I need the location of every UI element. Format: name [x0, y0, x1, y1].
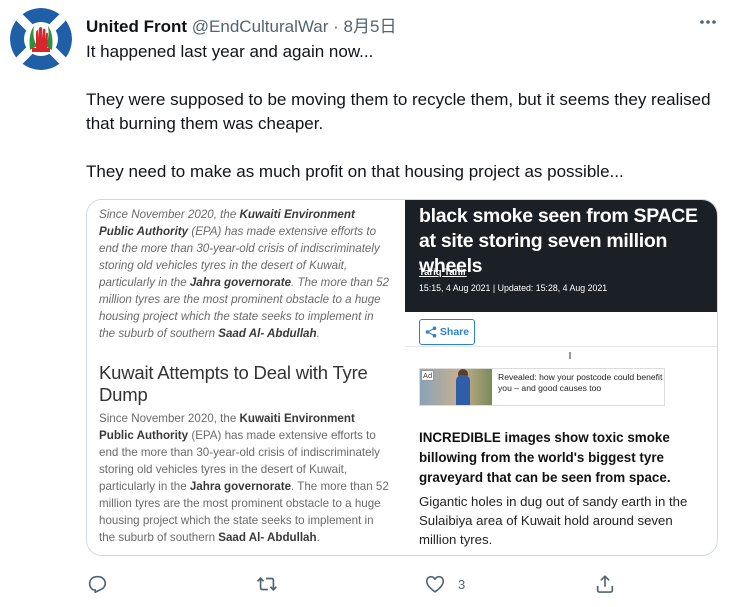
ad-label: Ad — [421, 370, 435, 381]
like-button[interactable]: 3 — [424, 572, 465, 596]
article-header-block: black smoke seen from SPACE at site stor… — [405, 200, 717, 312]
avatar[interactable] — [10, 8, 72, 70]
user-handle[interactable]: @EndCulturalWar — [192, 17, 329, 36]
display-name[interactable]: United Front — [86, 17, 187, 36]
article-lead: INCREDIBLE images show toxic smoke billo… — [419, 430, 671, 485]
scroll-tick — [569, 352, 571, 359]
retweet-icon — [257, 576, 277, 592]
article-paragraph-1: Since November 2020, the Kuwaiti Environ… — [99, 208, 389, 340]
tweet-text-line-2: They were supposed to be moving them to … — [86, 90, 711, 133]
article-share-button: Share — [419, 319, 475, 345]
article-timestamp: 15:15, 4 Aug 2021 | Updated: 15:28, 4 Au… — [419, 283, 608, 293]
share-icon — [596, 575, 614, 593]
like-count: 3 — [458, 576, 466, 592]
tweet-date[interactable]: 8月5日 — [344, 17, 397, 36]
tweet-media[interactable]: Since November 2020, the Kuwaiti Environ… — [86, 199, 718, 556]
article-subheading: Kuwait Attempts to Deal with Tyre Dump — [99, 362, 368, 405]
share-label: Share — [439, 326, 470, 338]
tweet-actions: 3 — [86, 572, 626, 596]
article-paragraph-2: Since November 2020, the Kuwaiti Environ… — [99, 412, 389, 544]
reply-icon — [88, 575, 107, 594]
tweet-text-line-3: They need to make as much profit on that… — [86, 162, 624, 181]
tweet[interactable]: United Front @EndCulturalWar · 8月5日 It h… — [0, 0, 735, 607]
avatar-logo-icon — [10, 8, 72, 70]
ad-banner: Ad Revealed: how your postcode could ben… — [419, 368, 665, 406]
media-image-right[interactable]: black smoke seen from SPACE at site stor… — [405, 200, 717, 555]
ad-text: Revealed: how your postcode could benefi… — [498, 372, 663, 393]
article-author: Tariq Tahir — [419, 267, 467, 278]
share-network-icon — [425, 326, 437, 338]
separator-dot: · — [333, 17, 339, 36]
article-description: Gigantic holes in dug out of sandy earth… — [419, 494, 688, 547]
heart-icon — [425, 575, 445, 593]
tweet-header: United Front @EndCulturalWar · 8月5日 — [86, 12, 396, 37]
reply-button[interactable] — [86, 572, 108, 596]
media-image-left[interactable]: Since November 2020, the Kuwaiti Environ… — [87, 200, 403, 555]
share-button[interactable] — [594, 572, 616, 596]
divider — [405, 346, 717, 347]
more-options-icon[interactable] — [698, 12, 718, 32]
retweet-button[interactable] — [256, 572, 278, 596]
tweet-text: It happened last year and again now... T… — [86, 40, 726, 184]
tweet-text-line-1: It happened last year and again now... — [86, 42, 374, 61]
